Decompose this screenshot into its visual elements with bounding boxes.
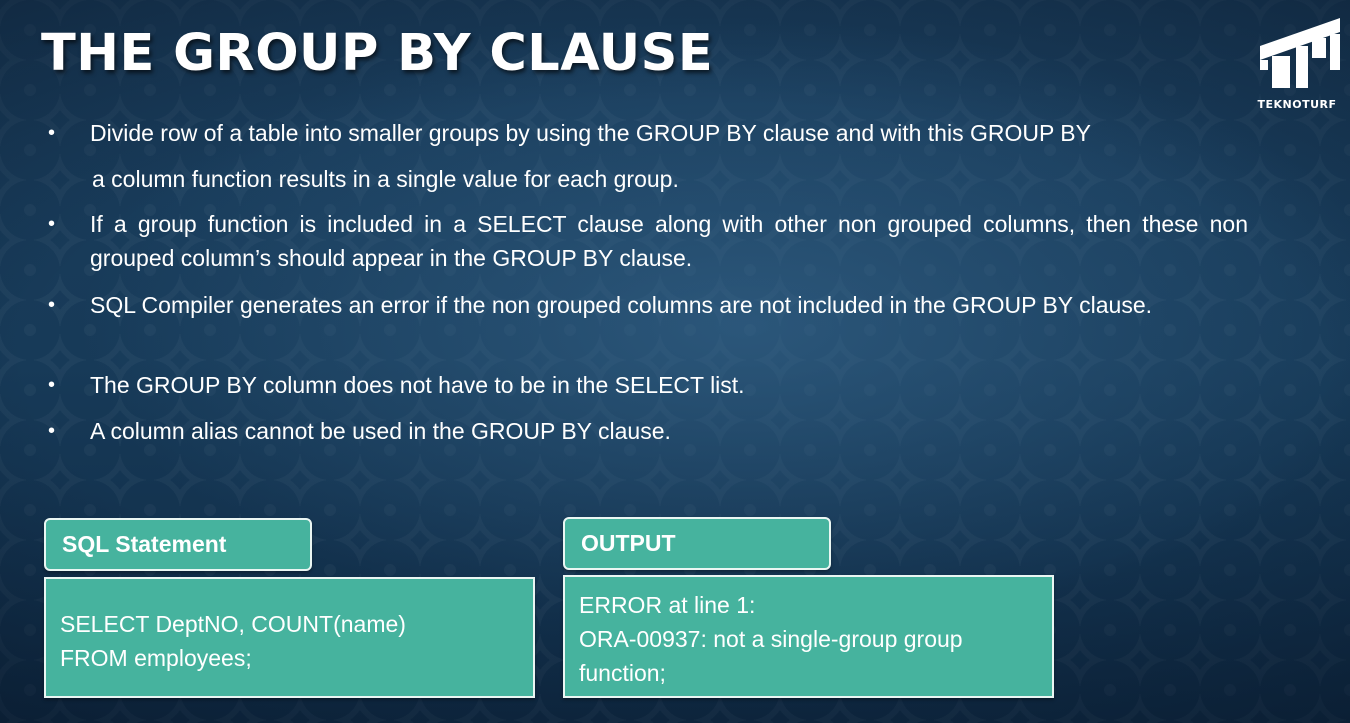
sql-statement-header: SQL Statement: [44, 518, 312, 571]
output-line: ORA-00937: not a single-group group: [579, 626, 963, 652]
bullet-item: • If a group function is included in a S…: [48, 207, 1248, 275]
bullet-text-line2: a column function results in a single va…: [92, 166, 679, 192]
bullet-item: • A column alias cannot be used in the G…: [48, 414, 1248, 448]
teknoturf-logo: TEKNOTURF: [1252, 16, 1342, 114]
teknoturf-logo-icon: [1260, 18, 1340, 88]
bullet-text: A column alias cannot be used in the GRO…: [90, 418, 671, 444]
bullet-item: • Divide row of a table into smaller gro…: [48, 116, 1248, 192]
sql-line: FROM employees;: [60, 645, 252, 671]
bullet-item: • The GROUP BY column does not have to b…: [48, 368, 1248, 402]
bullet-glyph: •: [48, 213, 56, 235]
bullet-item: • SQL Compiler generates an error if the…: [48, 288, 1248, 356]
sql-line: SELECT DeptNO, COUNT(name): [60, 611, 406, 637]
output-line: ERROR at line 1:: [579, 592, 756, 618]
bullet-text-line1: Divide row of a table into smaller group…: [90, 120, 1091, 146]
output-line: function;: [579, 660, 666, 686]
bullet-text: SQL Compiler generates an error if the n…: [90, 292, 1152, 318]
bullet-list: • Divide row of a table into smaller gro…: [48, 116, 1248, 448]
slide-title: THE GROUP BY CLAUSE: [41, 24, 714, 83]
bullet-glyph: •: [48, 420, 56, 442]
bullet-text: If a group function is included in a SEL…: [90, 211, 1248, 271]
output-header: OUTPUT: [563, 517, 831, 570]
sql-statement-panel: SELECT DeptNO, COUNT(name) FROM employee…: [44, 577, 535, 698]
bullet-glyph: •: [48, 374, 56, 396]
logo-wordmark: TEKNOTURF: [1257, 98, 1337, 111]
output-panel: ERROR at line 1: ORA-00937: not a single…: [563, 575, 1054, 698]
bullet-text: The GROUP BY column does not have to be …: [90, 372, 745, 398]
bullet-glyph: •: [48, 294, 56, 316]
bullet-glyph: •: [48, 122, 56, 144]
